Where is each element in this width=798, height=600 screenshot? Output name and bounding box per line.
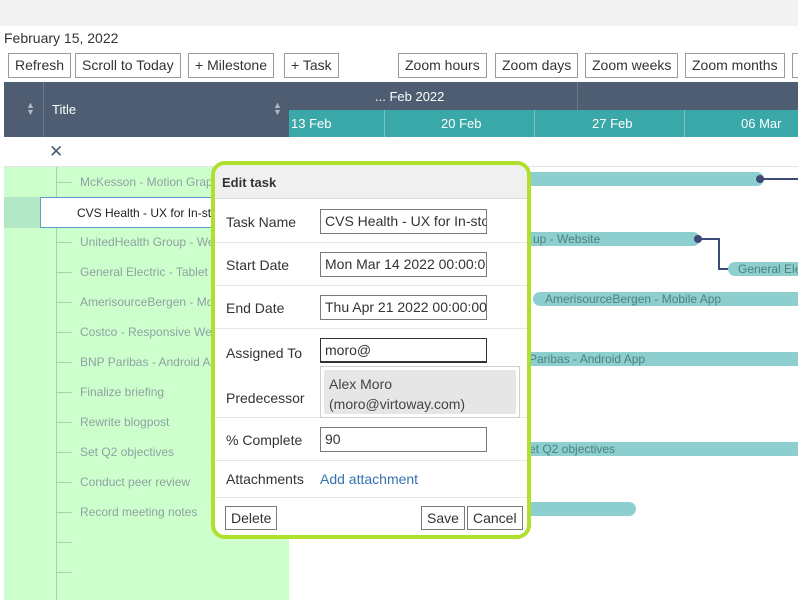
gantt-bar-label: General Ele	[738, 262, 798, 276]
tree-tick	[56, 392, 72, 393]
timeline-month-header: ... Feb 2022	[289, 82, 798, 110]
assignee-suggestions: Alex Moro (moro@virtoway.com)	[320, 366, 520, 418]
task-title: Rewrite blogpost	[80, 415, 170, 429]
timeline-divider	[577, 82, 578, 110]
suggestion-name: Alex Moro	[329, 376, 393, 392]
end-date-label: End Date	[226, 300, 285, 316]
scroll-to-today-button[interactable]: Scroll to Today	[75, 53, 181, 78]
task-title: CVS Health - UX for In-store	[77, 206, 215, 220]
assigned-to-label: Assigned To	[226, 345, 303, 361]
dialog-header: Edit task	[215, 165, 527, 199]
top-strip	[0, 0, 798, 26]
dependency-line	[700, 238, 720, 240]
zoom-hours-button[interactable]: Zoom hours	[398, 53, 487, 78]
week-label: 27 Feb	[592, 116, 633, 131]
title-column-header[interactable]: Title	[52, 102, 76, 117]
cancel-button[interactable]: Cancel	[467, 506, 523, 530]
task-title: AmerisourceBergen - Mobile App	[80, 295, 220, 309]
week-label: 20 Feb	[441, 116, 482, 131]
tree-tick	[56, 242, 72, 243]
zoom-days-button[interactable]: Zoom days	[495, 53, 579, 78]
tree-tick	[56, 302, 72, 303]
add-milestone-button[interactable]: + Milestone	[188, 53, 274, 78]
start-date-label: Start Date	[226, 257, 290, 273]
week-divider	[684, 110, 685, 137]
predecessor-label: Predecessor	[226, 390, 305, 406]
week-divider	[384, 110, 385, 137]
zoom-months-button[interactable]: Zoom months	[685, 53, 785, 78]
edit-task-dialog: Edit task Task Name CVS Health - UX for …	[211, 161, 531, 539]
attachments-row: Attachments Add attachment	[215, 461, 527, 498]
grid-header: ▲ ▼ Title ▲ ▼	[4, 82, 289, 137]
task-title: General Electric - Tablet App	[80, 265, 220, 279]
task-title: McKesson - Motion Graphics	[80, 175, 220, 189]
selected-row-handle	[4, 197, 40, 228]
close-icon[interactable]: ✕	[49, 142, 63, 162]
tree-tick	[56, 272, 72, 273]
task-title: Set Q2 objectives	[80, 445, 175, 459]
tree-tick	[56, 542, 72, 543]
tree-tick	[56, 512, 72, 513]
task-title: Costco - Responsive Website	[80, 325, 220, 339]
task-row-empty[interactable]	[4, 557, 289, 587]
assignee-suggestion-item[interactable]: Alex Moro (moro@virtoway.com)	[324, 370, 516, 414]
end-date-row: End Date Thu Apr 21 2022 00:00:00	[215, 286, 527, 329]
task-name-label: Task Name	[226, 214, 297, 230]
assigned-to-input[interactable]: moro@	[320, 338, 487, 363]
gantt-bar-label: AmerisourceBergen - Mobile App	[545, 292, 722, 306]
dependency-dot	[756, 175, 764, 183]
suggestion-email: (moro@virtoway.com)	[329, 396, 466, 412]
start-date-input[interactable]: Mon Mar 14 2022 00:00:00	[320, 252, 487, 277]
task-name-row: Task Name CVS Health - UX for In-store	[215, 200, 527, 243]
gantt-bar-record-notes[interactable]	[520, 502, 636, 516]
task-name-input[interactable]: CVS Health - UX for In-store	[320, 209, 487, 234]
complete-input[interactable]: 90	[320, 427, 487, 452]
zoom-weeks-button[interactable]: Zoom weeks	[585, 53, 679, 78]
tree-tick	[56, 452, 72, 453]
start-date-row: Start Date Mon Mar 14 2022 00:00:00	[215, 243, 527, 286]
tree-tick	[56, 422, 72, 423]
attachments-label: Attachments	[226, 471, 304, 487]
task-title: BNP Paribas - Android App	[80, 355, 220, 369]
dependency-line	[718, 238, 720, 270]
sort-arrows-icon[interactable]: ▲ ▼	[273, 101, 282, 117]
gantt-bar-label: et Q2 objectives	[529, 442, 616, 456]
add-task-button[interactable]: + Task	[284, 53, 339, 78]
timeline-month-label: ... Feb 2022	[375, 89, 445, 104]
add-attachment-link[interactable]: Add attachment	[320, 471, 418, 487]
header-divider	[43, 82, 44, 137]
tree-tick	[56, 482, 72, 483]
gantt-bar-label: up - Website	[533, 232, 601, 246]
tree-tick	[56, 332, 72, 333]
week-label: 13 Feb	[291, 116, 332, 131]
refresh-button[interactable]: Refresh	[8, 53, 72, 78]
current-date: February 15, 2022	[4, 30, 119, 46]
task-title: Conduct peer review	[80, 475, 191, 489]
task-title: UnitedHealth Group - Website	[80, 235, 220, 249]
tree-tick	[56, 182, 72, 183]
delete-button[interactable]: Delete	[225, 506, 278, 530]
week-label: 06 Mar	[741, 116, 782, 131]
complete-label: % Complete	[226, 432, 303, 448]
week-divider	[534, 110, 535, 137]
dialog-title: Edit task	[222, 175, 277, 190]
timeline-week-header: 13 Feb 20 Feb 27 Feb 06 Mar	[289, 110, 798, 137]
sort-arrows-icon[interactable]: ▲ ▼	[26, 101, 35, 117]
tree-tick	[56, 572, 72, 573]
end-date-input[interactable]: Thu Apr 21 2022 00:00:00	[320, 295, 487, 320]
gantt-bar-label: Paribas - Android App	[529, 352, 646, 366]
dependency-line	[760, 178, 798, 180]
gantt-bar-mckesson[interactable]	[520, 172, 764, 186]
save-button[interactable]: Save	[421, 506, 465, 530]
task-title: Finalize briefing	[80, 385, 165, 399]
tree-tick	[56, 362, 72, 363]
task-title: Record meeting notes	[80, 505, 198, 519]
toolbar-overflow-button[interactable]	[792, 53, 798, 78]
complete-row: % Complete 90	[215, 418, 527, 461]
